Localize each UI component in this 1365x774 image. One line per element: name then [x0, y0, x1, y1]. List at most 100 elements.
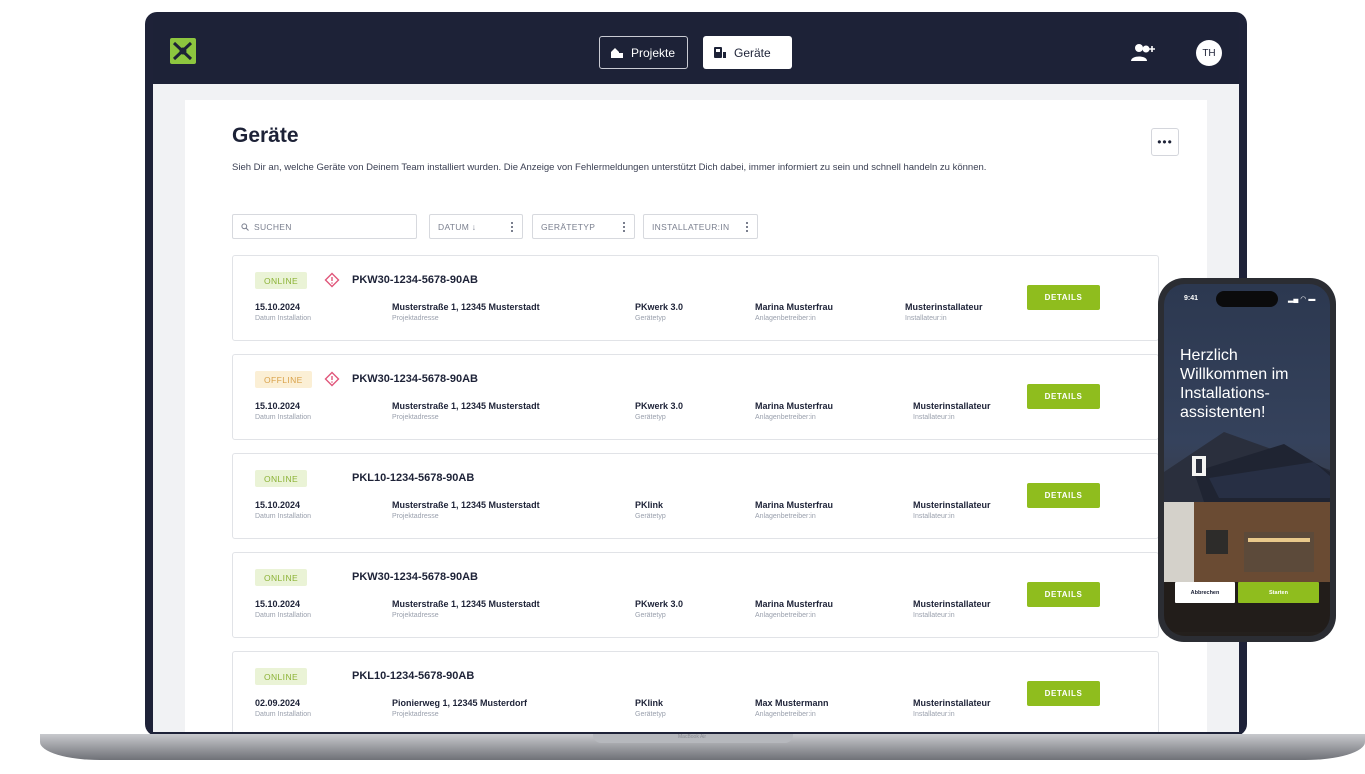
add-user-icon[interactable] [1130, 42, 1158, 64]
details-button[interactable]: DETAILS [1027, 384, 1100, 409]
device-card: ONLINE PKW30-1234-5678-90AB 15.10.2024 Da… [232, 552, 1159, 638]
device-type: PKwerk 3.0 [635, 401, 684, 411]
warning-icon [324, 371, 340, 387]
project-address: Musterstraße 1, 12345 Musterstadt [392, 401, 540, 411]
install-date: 15.10.2024 [255, 302, 301, 312]
installer-label: Installateur:in [905, 315, 947, 322]
laptop-model-label: MacBook Air [678, 734, 707, 740]
installer-label: Installateur:in [913, 513, 955, 520]
project-address-label: Projektadresse [392, 315, 439, 322]
nav-geraete-button[interactable]: Geräte [703, 36, 792, 69]
kebab-icon [511, 222, 513, 232]
device-type: PKwerk 3.0 [635, 302, 684, 312]
install-date-label: Datum Installation [255, 315, 312, 322]
operator-name: Marina Musterfrau [755, 599, 834, 609]
install-date: 15.10.2024 [255, 500, 301, 510]
device-type-label: Gerätetyp [635, 612, 666, 619]
search-icon [241, 222, 249, 231]
operator-label: Anlagenbetreiber:in [755, 414, 816, 421]
install-date: 15.10.2024 [255, 599, 301, 609]
details-button[interactable]: DETAILS [1027, 681, 1100, 706]
details-button[interactable]: DETAILS [1027, 483, 1100, 508]
operator-label: Anlagenbetreiber:in [755, 513, 816, 520]
device-card: OFFLINE PKW30-1234-5678-90AB 15.10.2024 D… [232, 354, 1159, 440]
nav-projekte-label: Projekte [631, 45, 676, 60]
operator-label: Anlagenbetreiber:in [755, 315, 816, 322]
details-button[interactable]: DETAILS [1027, 285, 1100, 310]
install-date-label: Datum Installation [255, 711, 312, 718]
installer-name: Musterinstallateur [913, 599, 991, 609]
filter-installateur-label: INSTALLATEUR:IN [652, 221, 730, 232]
stage: Projekte Geräte TH Geräte Sieh Dir an, w… [0, 0, 1365, 774]
welcome-title: Herzlich Willkommen im Installations-ass… [1180, 347, 1289, 421]
installer-name: Musterinstallateur [913, 401, 991, 411]
main-content: Geräte Sieh Dir an, welche Geräte von De… [185, 100, 1207, 732]
start-button[interactable]: Starten [1238, 582, 1319, 603]
install-date-label: Datum Installation [255, 414, 312, 421]
device-card: ONLINE PKW30-1234-5678-90AB 15.10.2024 Da… [232, 255, 1159, 341]
nav-geraete-label: Geräte [734, 45, 771, 60]
nav-projekte-button[interactable]: Projekte [599, 36, 688, 69]
installer-name: Musterinstallateur [905, 302, 983, 312]
project-address: Musterstraße 1, 12345 Musterstadt [392, 599, 540, 609]
device-id: PKL10-1234-5678-90AB [352, 670, 475, 682]
device-card: ONLINE PKL10-1234-5678-90AB 15.10.2024 Da… [232, 453, 1159, 539]
filter-datum-label: DATUM ↓ [438, 221, 477, 232]
operator-name: Max Mustermann [755, 698, 829, 708]
more-options-button[interactable]: ••• [1151, 128, 1179, 156]
project-address: Pionierweg 1, 12345 Musterdorf [392, 698, 528, 708]
top-navigation-bar: Projekte Geräte TH [153, 20, 1239, 84]
device-card: ONLINE PKL10-1234-5678-90AB 02.09.2024 Da… [232, 651, 1159, 732]
installer-name: Musterinstallateur [913, 698, 991, 708]
kebab-icon [623, 222, 625, 232]
project-address-label: Projektadresse [392, 513, 439, 520]
filter-datum[interactable]: DATUM ↓ [429, 214, 523, 239]
device-type-label: Gerätetyp [635, 711, 666, 718]
cancel-button[interactable]: Abbrechen [1175, 582, 1235, 603]
device-type-label: Gerätetyp [635, 315, 666, 322]
status-badge: ONLINE [255, 569, 308, 586]
installer-label: Installateur:in [913, 711, 955, 718]
project-address-label: Projektadresse [392, 711, 439, 718]
device-id: PKL10-1234-5678-90AB [352, 472, 475, 484]
status-badge: ONLINE [255, 470, 308, 487]
phone-status-icons: ▂▄ ◠ ▬ [1288, 296, 1316, 303]
install-date-label: Datum Installation [255, 612, 312, 619]
install-date-label: Datum Installation [255, 513, 312, 520]
operator-name: Marina Musterfrau [755, 500, 834, 510]
details-button[interactable]: DETAILS [1027, 582, 1100, 607]
installer-label: Installateur:in [913, 612, 955, 619]
kebab-icon [746, 222, 748, 232]
installer-name: Musterinstallateur [913, 500, 991, 510]
operator-name: Marina Musterfrau [755, 401, 834, 411]
device-id: PKW30-1234-5678-90AB [352, 373, 478, 385]
operator-name: Marina Musterfrau [755, 302, 834, 312]
device-id: PKW30-1234-5678-90AB [352, 274, 478, 286]
phone-time: 9:41 [1184, 295, 1199, 302]
status-badge: ONLINE [255, 272, 308, 289]
status-badge: ONLINE [255, 668, 308, 685]
app-screen: Projekte Geräte TH Geräte Sieh Dir an, w… [153, 20, 1239, 732]
installer-label: Installateur:in [913, 414, 955, 421]
dynamic-island [1216, 291, 1278, 307]
search-input[interactable]: SUCHEN [232, 214, 417, 239]
device-type: PKlink [635, 500, 664, 510]
device-id: PKW30-1234-5678-90AB [352, 571, 478, 583]
operator-label: Anlagenbetreiber:in [755, 711, 816, 718]
filter-installateur[interactable]: INSTALLATEUR:IN [643, 214, 758, 239]
search-placeholder: SUCHEN [254, 221, 292, 232]
filter-geraetetyp-label: GERÄTETYP [541, 221, 596, 232]
status-badge: OFFLINE [255, 371, 312, 388]
logo-icon[interactable] [170, 38, 196, 64]
projects-icon [611, 48, 623, 58]
project-address-label: Projektadresse [392, 414, 439, 421]
user-avatar[interactable]: TH [1196, 40, 1222, 66]
device-type-label: Gerätetyp [635, 513, 666, 520]
install-date: 02.09.2024 [255, 698, 301, 708]
page-title: Geräte [232, 124, 299, 147]
project-address: Musterstraße 1, 12345 Musterstadt [392, 500, 540, 510]
operator-label: Anlagenbetreiber:in [755, 612, 816, 619]
project-address: Musterstraße 1, 12345 Musterstadt [392, 302, 540, 312]
page-description: Sieh Dir an, welche Geräte von Deinem Te… [232, 162, 987, 173]
filter-geraetetyp[interactable]: GERÄTETYP [532, 214, 635, 239]
